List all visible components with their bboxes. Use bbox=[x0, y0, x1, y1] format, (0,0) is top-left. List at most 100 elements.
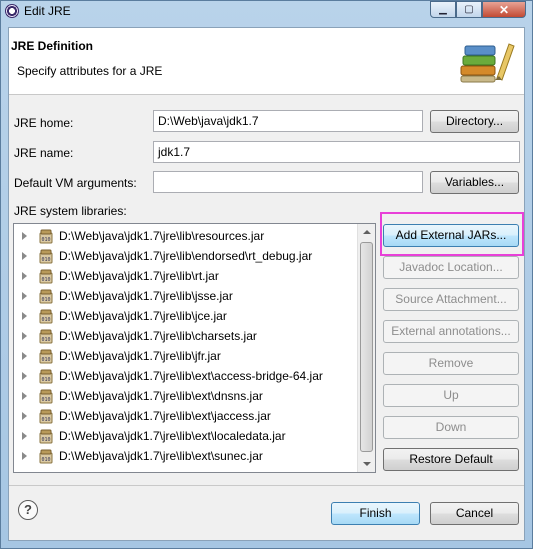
library-row[interactable]: 010 D:\Web\java\jdk1.7\jre\lib\ext\dnsns.… bbox=[14, 386, 359, 406]
library-row[interactable]: 010 D:\Web\java\jdk1.7\jre\lib\ext\jacces… bbox=[14, 406, 359, 426]
library-path-label: D:\Web\java\jdk1.7\jre\lib\resources.jar bbox=[59, 229, 265, 243]
expand-arrow-icon[interactable] bbox=[22, 352, 27, 360]
library-path-label: D:\Web\java\jdk1.7\jre\lib\ext\localedat… bbox=[59, 429, 286, 443]
finish-button[interactable]: Finish bbox=[331, 502, 420, 525]
footer-separator bbox=[9, 485, 524, 486]
jar-file-icon: 010 bbox=[39, 389, 53, 404]
jar-file-icon: 010 bbox=[39, 249, 53, 264]
library-path-label: D:\Web\java\jdk1.7\jre\lib\ext\jaccess.j… bbox=[59, 409, 271, 423]
libraries-scrollbar[interactable] bbox=[357, 224, 375, 472]
library-path-label: D:\Web\java\jdk1.7\jre\lib\endorsed\rt_d… bbox=[59, 249, 313, 263]
jar-file-icon: 010 bbox=[39, 289, 53, 304]
eclipse-icon bbox=[5, 4, 19, 18]
libraries-tree[interactable]: 010 D:\Web\java\jdk1.7\jre\lib\resources.… bbox=[13, 223, 376, 473]
expand-arrow-icon[interactable] bbox=[22, 372, 27, 380]
up-button[interactable]: Up bbox=[383, 384, 519, 407]
expand-arrow-icon[interactable] bbox=[22, 432, 27, 440]
svg-text:010: 010 bbox=[41, 277, 50, 283]
javadoc-location-button[interactable]: Javadoc Location... bbox=[383, 256, 519, 279]
library-row[interactable]: 010 D:\Web\java\jdk1.7\jre\lib\resources.… bbox=[14, 226, 359, 246]
svg-text:010: 010 bbox=[41, 317, 50, 323]
directory-button[interactable]: Directory... bbox=[430, 110, 519, 133]
library-path-label: D:\Web\java\jdk1.7\jre\lib\jsse.jar bbox=[59, 289, 233, 303]
jar-file-icon: 010 bbox=[39, 309, 53, 324]
close-button[interactable]: ✕ bbox=[482, 1, 526, 18]
jar-file-icon: 010 bbox=[39, 349, 53, 364]
external-annotations-button[interactable]: External annotations... bbox=[383, 320, 519, 343]
library-path-label: D:\Web\java\jdk1.7\jre\lib\ext\dnsns.jar bbox=[59, 389, 263, 403]
jar-file-icon: 010 bbox=[39, 329, 53, 344]
library-row[interactable]: 010 D:\Web\java\jdk1.7\jre\lib\ext\sunec.… bbox=[14, 446, 359, 466]
variables-button[interactable]: Variables... bbox=[430, 171, 519, 194]
down-button[interactable]: Down bbox=[383, 416, 519, 439]
jar-file-icon: 010 bbox=[39, 429, 53, 444]
jre-name-field[interactable]: jdk1.7 bbox=[153, 141, 520, 163]
expand-arrow-icon[interactable] bbox=[22, 252, 27, 260]
library-row[interactable]: 010 D:\Web\java\jdk1.7\jre\lib\ext\locale… bbox=[14, 426, 359, 446]
expand-arrow-icon[interactable] bbox=[22, 292, 27, 300]
vm-args-field[interactable] bbox=[153, 171, 423, 193]
library-path-label: D:\Web\java\jdk1.7\jre\lib\jce.jar bbox=[59, 309, 227, 323]
expand-arrow-icon[interactable] bbox=[22, 332, 27, 340]
library-row[interactable]: 010 D:\Web\java\jdk1.7\jre\lib\jce.jar bbox=[14, 306, 359, 326]
source-attachment-button[interactable]: Source Attachment... bbox=[383, 288, 519, 311]
header-title: JRE Definition bbox=[11, 39, 94, 53]
edit-jre-window: Edit JRE ▁ ▢ ✕ JRE Definition Specify at… bbox=[0, 0, 533, 549]
svg-text:010: 010 bbox=[41, 357, 50, 363]
jre-home-field[interactable]: D:\Web\java\jdk1.7 bbox=[153, 110, 423, 132]
restore-default-button[interactable]: Restore Default bbox=[383, 448, 519, 471]
svg-text:010: 010 bbox=[41, 457, 50, 463]
title-bar[interactable]: Edit JRE ▁ ▢ ✕ bbox=[1, 1, 532, 23]
add-external-jars-button[interactable]: Add External JARs... bbox=[383, 224, 519, 247]
expand-arrow-icon[interactable] bbox=[22, 312, 27, 320]
library-path-label: D:\Web\java\jdk1.7\jre\lib\charsets.jar bbox=[59, 329, 257, 343]
svg-text:010: 010 bbox=[41, 337, 50, 343]
svg-text:010: 010 bbox=[41, 437, 50, 443]
expand-arrow-icon[interactable] bbox=[22, 452, 27, 460]
close-icon: ✕ bbox=[498, 2, 510, 17]
library-row[interactable]: 010 D:\Web\java\jdk1.7\jre\lib\rt.jar bbox=[14, 266, 359, 286]
libraries-label: JRE system libraries: bbox=[14, 204, 127, 218]
window-controls: ▁ ▢ ✕ bbox=[430, 1, 526, 19]
svg-text:010: 010 bbox=[41, 417, 50, 423]
cancel-button[interactable]: Cancel bbox=[430, 502, 519, 525]
expand-arrow-icon[interactable] bbox=[22, 392, 27, 400]
remove-button[interactable]: Remove bbox=[383, 352, 519, 375]
svg-text:010: 010 bbox=[41, 397, 50, 403]
library-path-label: D:\Web\java\jdk1.7\jre\lib\jfr.jar bbox=[59, 349, 221, 363]
jar-file-icon: 010 bbox=[39, 409, 53, 424]
jre-home-label: JRE home: bbox=[14, 116, 74, 130]
vm-args-label: Default VM arguments: bbox=[14, 176, 137, 190]
library-row[interactable]: 010 D:\Web\java\jdk1.7\jre\lib\charsets.j… bbox=[14, 326, 359, 346]
minimize-button[interactable]: ▁ bbox=[430, 1, 456, 18]
jar-file-icon: 010 bbox=[39, 229, 53, 244]
header-description: Specify attributes for a JRE bbox=[17, 64, 163, 78]
help-icon[interactable]: ? bbox=[18, 500, 38, 520]
maximize-button[interactable]: ▢ bbox=[456, 1, 482, 18]
jre-books-icon bbox=[460, 43, 515, 83]
library-path-label: D:\Web\java\jdk1.7\jre\lib\ext\access-br… bbox=[59, 369, 323, 383]
svg-text:010: 010 bbox=[41, 257, 50, 263]
jar-file-icon: 010 bbox=[39, 369, 53, 384]
jar-file-icon: 010 bbox=[39, 449, 53, 464]
maximize-icon: ▢ bbox=[464, 4, 474, 15]
library-path-label: D:\Web\java\jdk1.7\jre\lib\rt.jar bbox=[59, 269, 219, 283]
library-row[interactable]: 010 D:\Web\java\jdk1.7\jre\lib\jsse.jar bbox=[14, 286, 359, 306]
jre-name-label: JRE name: bbox=[14, 146, 74, 160]
scroll-up-arrow-icon[interactable] bbox=[358, 224, 375, 241]
library-row[interactable]: 010 D:\Web\java\jdk1.7\jre\lib\endorsed\r… bbox=[14, 246, 359, 266]
window-title: Edit JRE bbox=[24, 4, 71, 18]
expand-arrow-icon[interactable] bbox=[22, 272, 27, 280]
scroll-down-arrow-icon[interactable] bbox=[358, 455, 375, 472]
dialog-header: JRE Definition Specify attributes for a … bbox=[9, 28, 524, 95]
library-row[interactable]: 010 D:\Web\java\jdk1.7\jre\lib\ext\access… bbox=[14, 366, 359, 386]
dialog-body: JRE Definition Specify attributes for a … bbox=[8, 27, 525, 541]
scroll-thumb[interactable] bbox=[360, 242, 373, 452]
svg-text:010: 010 bbox=[41, 237, 50, 243]
svg-text:010: 010 bbox=[41, 297, 50, 303]
svg-text:010: 010 bbox=[41, 377, 50, 383]
expand-arrow-icon[interactable] bbox=[22, 232, 27, 240]
library-path-label: D:\Web\java\jdk1.7\jre\lib\ext\sunec.jar bbox=[59, 449, 263, 463]
expand-arrow-icon[interactable] bbox=[22, 412, 27, 420]
library-row[interactable]: 010 D:\Web\java\jdk1.7\jre\lib\jfr.jar bbox=[14, 346, 359, 366]
